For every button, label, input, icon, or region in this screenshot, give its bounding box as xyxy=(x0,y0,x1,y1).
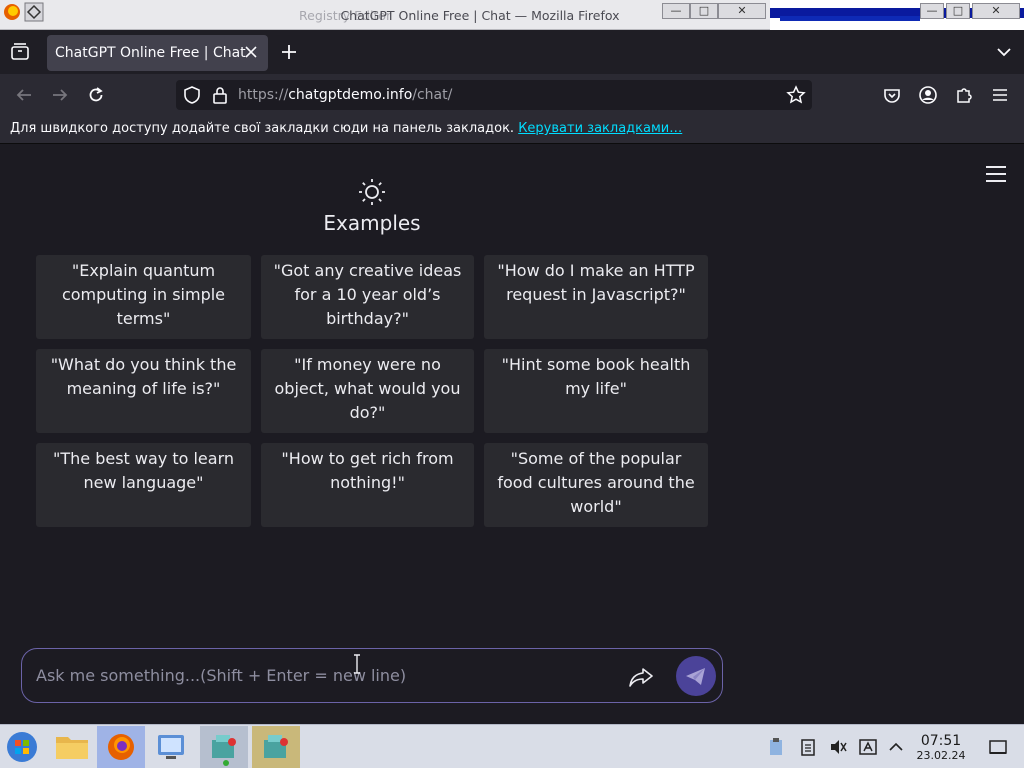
system-settings-icon[interactable] xyxy=(148,726,196,768)
example-card[interactable]: "Got any creative ideas for a 10 year ol… xyxy=(261,255,474,339)
chat-page: Examples "Explain quantum computing in s… xyxy=(0,145,1024,724)
text-cursor-icon xyxy=(354,654,360,674)
firefox-view-icon[interactable] xyxy=(8,40,32,64)
minimize-button[interactable]: — xyxy=(662,3,690,19)
tab-title: ChatGPT Online Free | Chat xyxy=(55,45,246,61)
url-text[interactable]: https://chatgptdemo.info/chat/ xyxy=(238,87,452,103)
file-manager-icon[interactable] xyxy=(48,726,96,768)
new-tab-icon[interactable] xyxy=(278,41,300,63)
tab-strip: ChatGPT Online Free | Chat xyxy=(0,30,1024,74)
navigation-toolbar: https://chatgptdemo.info/chat/ xyxy=(0,74,1024,116)
bg-close-button[interactable]: ✕ xyxy=(972,3,1020,19)
maximize-button[interactable]: □ xyxy=(690,3,718,19)
tab-chatgpt[interactable]: ChatGPT Online Free | Chat xyxy=(47,35,268,71)
send-paper-plane-icon xyxy=(686,668,705,685)
example-card[interactable]: "Explain quantum computing in simple ter… xyxy=(36,255,251,339)
forward-icon[interactable] xyxy=(50,85,70,105)
clock-time[interactable]: 07:51 xyxy=(915,733,967,749)
firefox-taskbar-icon[interactable] xyxy=(97,726,145,768)
extensions-icon[interactable] xyxy=(954,85,974,105)
chevron-down-icon[interactable] xyxy=(994,42,1014,62)
reload-icon[interactable] xyxy=(86,85,106,105)
bg-minimize-button[interactable]: — xyxy=(920,3,944,19)
chat-message-input[interactable] xyxy=(36,659,616,691)
bookmarks-toolbar: Для швидкого доступу додайте свої заклад… xyxy=(0,116,1024,144)
lock-icon[interactable] xyxy=(210,85,230,105)
window-titlebar: Registry Editor ChatGPT Online Free | Ch… xyxy=(0,0,1024,30)
bg-maximize-button[interactable]: □ xyxy=(946,3,970,19)
clipboard-tray-icon[interactable] xyxy=(766,737,786,757)
start-menu-icon[interactable] xyxy=(0,726,48,768)
star-bookmark-icon[interactable] xyxy=(786,85,806,105)
example-card[interactable]: "If money were no object, what would you… xyxy=(261,349,474,433)
network-app-icon-2[interactable] xyxy=(252,726,300,768)
close-icon[interactable] xyxy=(242,43,260,61)
taskbar: 07:51 23.02.24 xyxy=(0,724,1024,768)
network-app-icon[interactable] xyxy=(200,726,248,768)
bookmarks-empty-message: Для швидкого доступу додайте свої заклад… xyxy=(10,121,683,136)
examples-heading: Examples xyxy=(323,211,421,235)
share-icon[interactable] xyxy=(628,666,654,688)
back-icon[interactable] xyxy=(14,85,34,105)
example-card[interactable]: "How to get rich from nothing!" xyxy=(261,443,474,527)
pocket-icon[interactable] xyxy=(882,85,902,105)
account-icon[interactable] xyxy=(918,85,938,105)
example-card[interactable]: "Hint some book health my life" xyxy=(484,349,708,433)
example-card[interactable]: "What do you think the meaning of life i… xyxy=(36,349,251,433)
example-card[interactable]: "How do I make an HTTP request in Javasc… xyxy=(484,255,708,339)
sun-icon xyxy=(359,179,385,205)
example-card[interactable]: "Some of the popular food cultures aroun… xyxy=(484,443,708,527)
manage-bookmarks-link[interactable]: Керувати закладками… xyxy=(518,121,682,136)
chat-input-box xyxy=(21,648,723,703)
background-window[interactable]: — □ ✕ xyxy=(770,0,1024,30)
example-card[interactable]: "The best way to learn new language" xyxy=(36,443,251,527)
menu-icon[interactable] xyxy=(984,165,1008,183)
send-button[interactable] xyxy=(676,656,716,696)
clock-date[interactable]: 23.02.24 xyxy=(911,749,971,762)
address-bar[interactable]: https://chatgptdemo.info/chat/ xyxy=(176,80,812,110)
app-menu-icon[interactable] xyxy=(990,85,1010,105)
tracking-protection-shield-icon[interactable] xyxy=(182,85,202,105)
close-window-button[interactable]: ✕ xyxy=(718,3,766,19)
volume-muted-icon[interactable] xyxy=(828,737,848,757)
chevron-up-icon[interactable] xyxy=(886,737,906,757)
show-desktop-icon[interactable] xyxy=(988,737,1008,757)
keyboard-layout-icon[interactable] xyxy=(858,737,878,757)
notes-tray-icon[interactable] xyxy=(798,737,818,757)
